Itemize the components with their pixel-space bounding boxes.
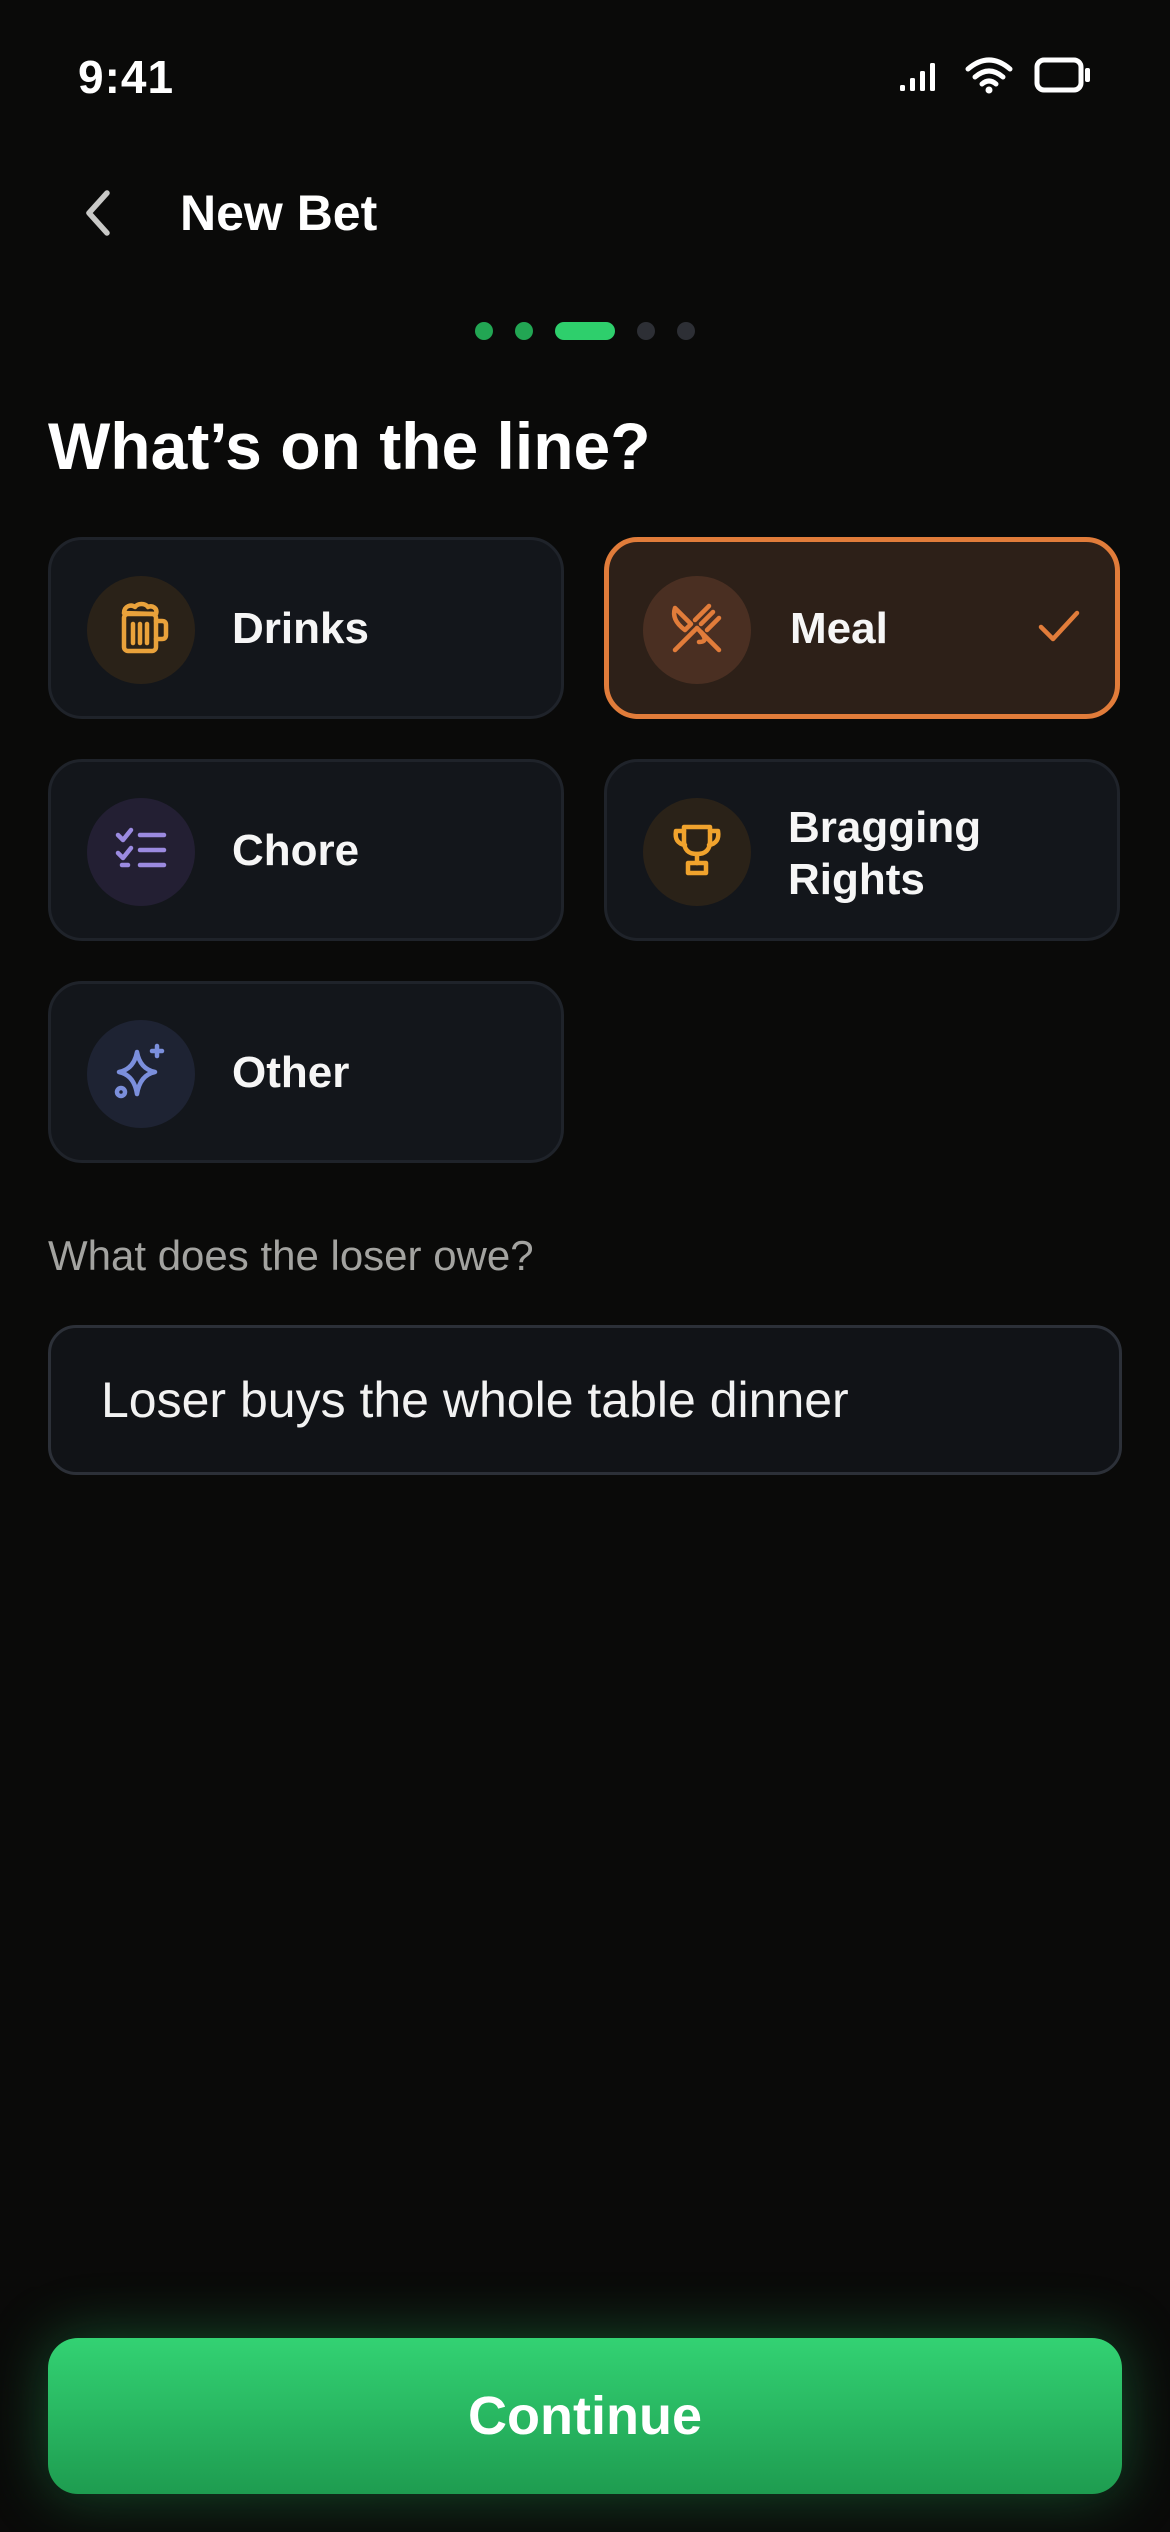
step-dot-4: [637, 322, 655, 340]
stake-label-line2: Rights: [788, 855, 925, 904]
stake-option-bragging-rights[interactable]: Bragging Rights: [604, 759, 1120, 941]
chevron-left-icon: [77, 187, 117, 244]
sparkles-icon: [111, 1042, 171, 1107]
utensils-crossed-icon: [667, 598, 727, 663]
owe-field-label: What does the loser owe?: [48, 1232, 534, 1279]
icon-circle: [643, 576, 751, 684]
page-title: What’s on the line?: [48, 409, 651, 483]
stake-label: Other: [232, 1048, 350, 1097]
step-dot-2: [515, 322, 533, 340]
stake-option-other[interactable]: Other: [48, 981, 564, 1163]
step-dot-3-current: [555, 322, 615, 340]
stake-label: Meal: [790, 604, 888, 653]
step-progress: [0, 322, 1170, 340]
back-button[interactable]: [62, 180, 132, 250]
step-dot-5: [677, 322, 695, 340]
status-time: 9:41: [78, 51, 175, 103]
stake-label: Bragging Rights: [788, 802, 1088, 906]
icon-circle: [643, 798, 751, 906]
stake-label: Drinks: [232, 604, 369, 653]
battery-icon: [1034, 57, 1092, 98]
trophy-icon: [668, 821, 726, 884]
beer-mug-icon: [112, 599, 170, 662]
signal-icon: [898, 57, 944, 98]
check-icon: [1037, 606, 1081, 651]
icon-circle: [87, 1020, 195, 1128]
owe-input[interactable]: [48, 1325, 1122, 1475]
continue-button[interactable]: Continue: [48, 2338, 1122, 2494]
stake-label-line1: Bragging: [788, 803, 982, 852]
status-icons: [898, 56, 1092, 99]
stake-option-chore[interactable]: Chore: [48, 759, 564, 941]
step-dot-1: [475, 322, 493, 340]
wifi-icon: [964, 56, 1014, 99]
icon-circle: [87, 576, 195, 684]
checklist-icon: [112, 821, 170, 884]
stake-option-drinks[interactable]: Drinks: [48, 537, 564, 719]
stake-label: Chore: [232, 826, 360, 875]
stake-option-meal[interactable]: Meal: [604, 537, 1120, 719]
icon-circle: [87, 798, 195, 906]
status-bar: 9:41: [0, 0, 1170, 150]
header: New Bet: [0, 170, 1170, 260]
header-title: New Bet: [180, 185, 378, 241]
